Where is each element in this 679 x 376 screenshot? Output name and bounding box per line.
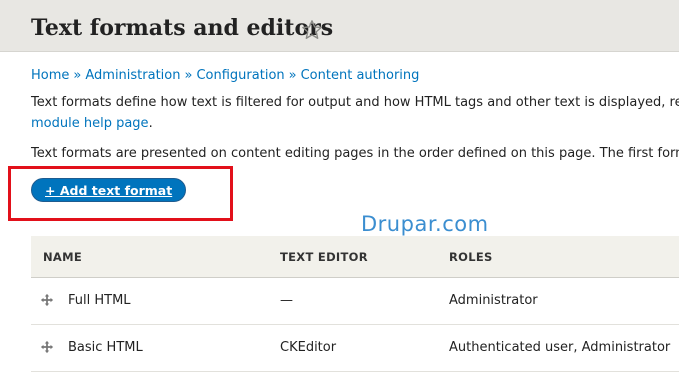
module-help-link[interactable]: module help page [31, 116, 149, 131]
drag-handle-icon[interactable] [40, 293, 54, 307]
breadcrumb-separator: » [288, 68, 297, 83]
intro-help-line: module help page. [31, 116, 153, 131]
format-roles: Administrator [449, 293, 538, 308]
column-header-text-editor: TEXT EDITOR [280, 250, 368, 264]
intro-description: Text formats define how text is filtered… [31, 95, 679, 110]
breadcrumb-separator: » [73, 68, 82, 83]
table-row: Basic HTML CKEditor Authenticated user, … [31, 325, 679, 372]
table-header: NAME TEXT EDITOR ROLES [31, 236, 679, 278]
star-outline-icon[interactable] [301, 19, 323, 41]
column-header-roles: ROLES [449, 250, 493, 264]
format-editor: CKEditor [280, 340, 337, 355]
table-row: Full HTML — Administrator [31, 278, 679, 325]
order-description: Text formats are presented on content ed… [31, 146, 679, 161]
format-name: Basic HTML [68, 340, 143, 355]
breadcrumb-configuration[interactable]: Configuration [196, 68, 284, 83]
format-roles: Authenticated user, Administrator [449, 340, 671, 355]
format-editor: — [280, 293, 293, 308]
intro-help-suffix: . [148, 116, 153, 131]
page-header: Text formats and editors [0, 0, 679, 52]
drag-handle-icon[interactable] [40, 340, 54, 354]
format-name: Full HTML [68, 293, 131, 308]
watermark: Drupar.com [361, 212, 489, 236]
breadcrumb-home[interactable]: Home [31, 68, 69, 83]
column-header-name: NAME [43, 250, 83, 264]
highlight-box [8, 166, 233, 221]
breadcrumb-separator: » [184, 68, 193, 83]
breadcrumb-content-authoring[interactable]: Content authoring [301, 68, 420, 83]
breadcrumb: Home» Administration» Configuration» Conten… [31, 68, 419, 83]
breadcrumb-administration[interactable]: Administration [85, 68, 180, 83]
page-title: Text formats and editors [31, 15, 334, 41]
text-formats-table: NAME TEXT EDITOR ROLES Full HTML — Admin… [31, 236, 679, 372]
